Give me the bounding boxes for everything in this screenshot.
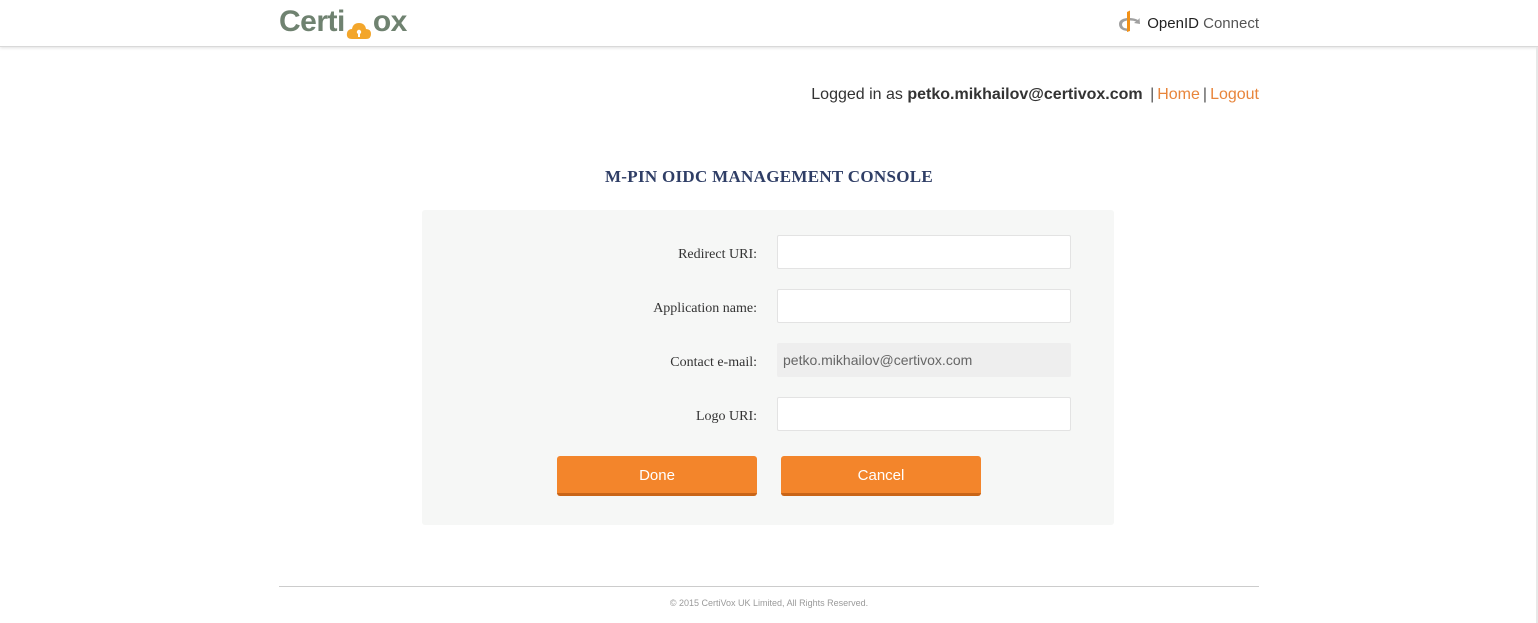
top-header: Certi ox OpenID Connect [0,0,1538,47]
connect-text: Connect [1203,14,1259,32]
home-link[interactable]: Home [1157,86,1200,103]
brand-text-suffix: ox [372,5,408,38]
brand-text-prefix: Certi [279,5,345,38]
openid-text: OpenID [1147,14,1199,32]
user-status-bar: Logged in as petko.mikhailov@certivox.co… [811,86,1259,104]
openid-connect-logo: OpenID Connect [1117,10,1259,36]
copyright-text: © 2015 CertiVox UK Limited, All Rights R… [669,598,869,608]
logo-uri-label: Logo URI: [695,409,757,424]
logout-link[interactable]: Logout [1210,86,1259,103]
redirect-uri-label: Redirect URI: [678,247,757,262]
openid-icon [1117,9,1141,37]
logo-uri-input[interactable] [777,397,1071,431]
application-name-row: Application name: [422,289,1114,325]
page-title: M-PIN OIDC MANAGEMENT CONSOLE [604,167,934,186]
logo-uri-row: Logo URI: [422,397,1114,433]
contact-email-label: Contact e-mail: [670,355,757,370]
contact-email-input [777,343,1071,377]
separator: | [1202,86,1208,103]
redirect-uri-input[interactable] [777,235,1071,269]
contact-email-row: Contact e-mail: [422,343,1114,379]
logged-in-label: Logged in as [811,86,903,103]
redirect-uri-row: Redirect URI: [422,235,1114,271]
cloud-lock-icon [346,15,372,39]
footer-divider [279,586,1259,587]
done-button[interactable]: Done [557,456,757,496]
certivox-logo[interactable]: Certi ox [279,4,407,40]
application-name-label: Application name: [653,301,757,316]
application-name-input[interactable] [777,289,1071,323]
cancel-button[interactable]: Cancel [781,456,981,496]
application-form-panel: Redirect URI: Application name: Contact … [422,210,1114,525]
separator: | [1150,86,1155,103]
user-email: petko.mikhailov@certivox.com [907,86,1143,103]
